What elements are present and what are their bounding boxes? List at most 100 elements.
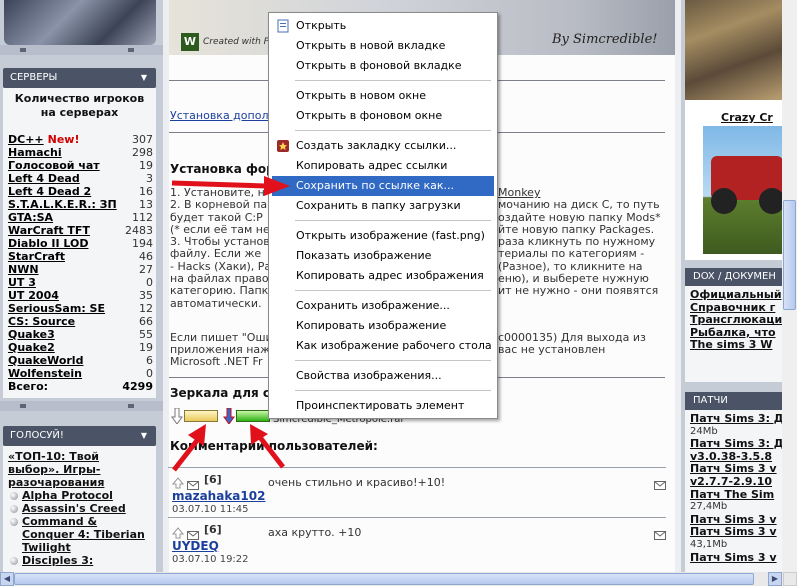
server-name[interactable]: Left 4 Dead — [8, 172, 80, 185]
docs-item[interactable]: Трансглюкаци — [690, 314, 797, 327]
server-name[interactable]: GTA:SA — [8, 211, 53, 224]
mirror-progress-yellow[interactable] — [184, 410, 218, 422]
server-name[interactable]: UT 2004 — [8, 289, 59, 302]
vote-option[interactable]: Assassin's Creed — [8, 502, 152, 515]
menu-item-bookmark-link[interactable]: Создать закладку ссылки... — [272, 136, 494, 156]
server-name[interactable]: Wolfenstein — [8, 367, 82, 380]
server-row[interactable]: StarCraft 46 — [8, 250, 153, 263]
server-row[interactable]: UT 2004 35 — [8, 289, 153, 302]
reply-mail-icon[interactable] — [654, 525, 666, 544]
banner-logo: W — [181, 33, 199, 51]
patch-item[interactable]: Патч The Sim — [690, 488, 797, 502]
vote-title-link[interactable]: «ТОП-10: Твой выбор». Игры-разочарования — [8, 450, 152, 489]
scroll-left-icon[interactable]: ◀ — [0, 572, 14, 586]
mirror-progress-green[interactable] — [236, 410, 270, 422]
menu-item-save-image[interactable]: Сохранить изображение... — [272, 296, 494, 316]
comment-user[interactable]: mazahaka102 — [172, 489, 265, 503]
scroll-right-icon[interactable]: ▶ — [768, 572, 782, 586]
patch-item[interactable]: Патч Sims 3: Д — [690, 438, 797, 451]
menu-item-open-background-tab[interactable]: Открыть в фоновой вкладке — [272, 56, 494, 76]
collapse-arrow-icon[interactable]: ▼ — [141, 68, 147, 88]
servers-panel-header[interactable]: СЕРВЕРЫ ▼ — [3, 68, 156, 88]
game-screenshot-top[interactable] — [685, 0, 797, 100]
menu-item-save-link-as[interactable]: Сохранить по ссылке как... — [272, 176, 494, 196]
vote-option[interactable]: Alpha Protocol — [8, 489, 152, 502]
server-row[interactable]: GTA:SA 112 — [8, 211, 153, 224]
collapse-arrow-icon[interactable]: ▼ — [141, 426, 147, 446]
server-name[interactable]: NWN — [8, 263, 39, 276]
horizontal-scroll-thumb[interactable] — [14, 573, 754, 585]
server-name[interactable]: UT 3 — [8, 276, 36, 289]
menu-item-label: Копировать изображение — [296, 319, 447, 332]
patches-panel-header[interactable]: ПАТЧИ — [685, 392, 797, 410]
server-row[interactable]: Diablo II LOD 194 — [8, 237, 153, 250]
patch-item[interactable]: v2.7.7-2.9.10 — [690, 475, 797, 489]
server-row[interactable]: NWN 27 — [8, 263, 153, 276]
server-row[interactable]: Голосовой чат 19 — [8, 159, 153, 172]
server-row[interactable]: Quake3 55 — [8, 328, 153, 341]
vote-panel-header[interactable]: ГОЛОСУЙ! ▼ — [3, 426, 156, 446]
server-name[interactable]: S.T.A.L.K.E.R.: ЗП — [8, 198, 117, 211]
bookmark-star-icon — [276, 139, 290, 153]
server-name[interactable]: CS: Source — [8, 315, 75, 328]
server-row[interactable]: Left 4 Dead 3 — [8, 172, 153, 185]
menu-item-open-new-tab[interactable]: Открыть в новой вкладке — [272, 36, 494, 56]
patch-item[interactable]: Патч Sims 3 v — [690, 526, 797, 539]
docs-item[interactable]: Официальный — [690, 288, 797, 302]
menu-item-copy-image-address[interactable]: Копировать адрес изображения — [272, 266, 494, 286]
menu-item-set-as-desktop[interactable]: Как изображение рабочего стола — [272, 336, 494, 356]
vertical-scrollbar[interactable] — [782, 0, 797, 572]
server-row[interactable]: Left 4 Dead 2 16 — [8, 185, 153, 198]
menu-item-image-properties[interactable]: Свойства изображения... — [272, 366, 494, 386]
server-row[interactable]: Hamachi 298 — [8, 146, 153, 159]
banner-signature: By Simcredible! — [552, 32, 658, 47]
server-row[interactable]: QuakeWorld 6 — [8, 354, 153, 367]
menu-item-open[interactable]: Открыть — [272, 16, 494, 36]
server-name[interactable]: SeriousSam: SE — [8, 302, 105, 315]
server-row[interactable]: CS: Source 66 — [8, 315, 153, 328]
vertical-scroll-thumb[interactable] — [783, 200, 796, 310]
download-arrow-icon[interactable] — [171, 407, 183, 425]
server-name[interactable]: QuakeWorld — [8, 354, 83, 367]
server-row[interactable]: SeriousSam: SE 12 — [8, 302, 153, 315]
vote-option[interactable]: Disciples 3: — [8, 554, 152, 567]
server-name[interactable]: Diablo II LOD — [8, 237, 88, 250]
server-name[interactable]: StarCraft — [8, 250, 65, 263]
server-name[interactable]: Quake2 — [8, 341, 55, 354]
server-row[interactable]: Quake2 19 — [8, 341, 153, 354]
comment-user[interactable]: UYDEQ — [172, 539, 219, 553]
horizontal-scrollbar[interactable]: ◀ ▶ — [0, 572, 797, 586]
download-arrow-icon[interactable] — [223, 407, 235, 425]
server-name[interactable]: Quake3 — [8, 328, 55, 341]
server-name[interactable]: DC++ — [8, 133, 44, 146]
server-row[interactable]: WarCraft TFT 2483 — [8, 224, 153, 237]
server-name[interactable]: Голосовой чат — [8, 159, 100, 172]
menu-item-copy-image[interactable]: Копировать изображение — [272, 316, 494, 336]
patch-item[interactable]: Патч Sims 3: Д — [690, 412, 797, 426]
server-name[interactable]: Hamachi — [8, 146, 62, 159]
server-row[interactable]: S.T.A.L.K.E.R.: ЗП 13 — [8, 198, 153, 211]
reply-mail-icon[interactable] — [654, 475, 666, 494]
vote-option[interactable]: Command & Conquer 4: Tiberian Twilight — [8, 515, 152, 554]
server-name[interactable]: Left 4 Dead 2 — [8, 185, 91, 198]
docs-panel-header[interactable]: DOX / ДОКУМЕН — [685, 268, 797, 286]
banner-caption: Created with P — [203, 37, 270, 47]
menu-item-open-new-window[interactable]: Открыть в новом окне — [272, 86, 494, 106]
server-name[interactable]: WarCraft TFT — [8, 224, 90, 237]
menu-item-open-image[interactable]: Открыть изображение (fast.png) — [272, 226, 494, 246]
menu-item-open-background-window[interactable]: Открыть в фоновом окне — [272, 106, 494, 126]
menu-item-inspect-element[interactable]: Проинспектировать элемент — [272, 396, 494, 416]
menu-item-save-to-downloads[interactable]: Сохранить в папку загрузки — [272, 196, 494, 216]
patch-item[interactable]: Патч Sims 3 v — [690, 551, 797, 565]
server-row[interactable]: UT 3 0 — [8, 276, 153, 289]
docs-item[interactable]: The sims 3 W — [690, 339, 797, 352]
server-row[interactable]: DC++ New! 307 — [8, 133, 153, 146]
menu-separator — [295, 220, 491, 221]
menu-item-copy-link-address[interactable]: Копировать адрес ссылки — [272, 156, 494, 176]
install-link[interactable]: Установка допол — [170, 109, 268, 122]
menu-item-show-image[interactable]: Показать изображение — [272, 246, 494, 266]
server-player-count: 6 — [146, 354, 153, 367]
server-row[interactable]: Wolfenstein 0 — [8, 367, 153, 380]
game-promo[interactable]: Crazy Cr — [685, 100, 797, 260]
game-title[interactable]: Crazy Cr — [721, 111, 773, 124]
